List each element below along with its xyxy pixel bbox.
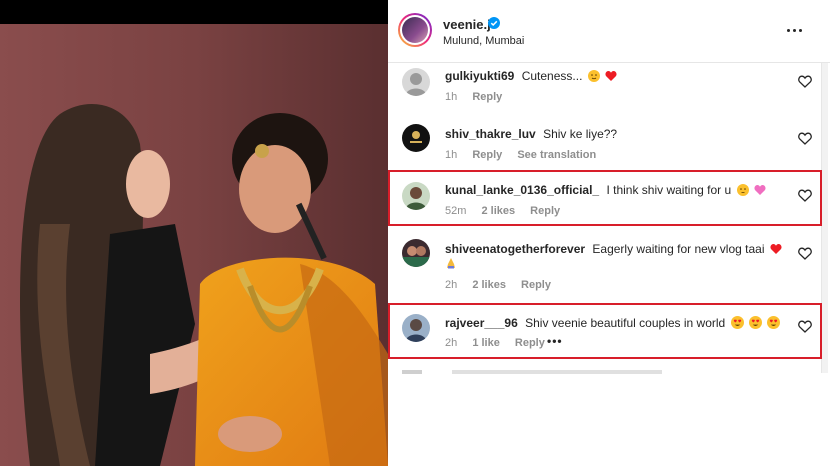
author-username[interactable]: veenie.j xyxy=(443,17,491,32)
likes-count[interactable]: 2 likes xyxy=(472,279,506,291)
heart-outline-icon[interactable] xyxy=(798,132,812,145)
post-photo-illustration xyxy=(0,24,388,466)
comment-username[interactable]: shiveenatogetherforever xyxy=(445,242,585,256)
comment-item: shiveenatogetherforever Eagerly waiting … xyxy=(388,233,820,295)
heart-eyes-emoji-icon xyxy=(730,316,744,329)
comments-panel: veenie.j Mulund, Mumbai gulkiyukti69 Cut… xyxy=(388,0,830,466)
reply-button[interactable]: Reply xyxy=(472,91,502,103)
shy-face-emoji-icon xyxy=(736,184,749,196)
commenter-avatar[interactable] xyxy=(402,239,430,267)
top-black-bar xyxy=(0,0,388,24)
likes-count[interactable]: 1 like xyxy=(472,337,500,349)
comment-username[interactable]: rajveer___96 xyxy=(445,316,518,330)
blush-face-emoji-icon xyxy=(587,70,600,82)
comment-text: Shiv veenie beautiful couples in world xyxy=(525,316,726,330)
comment-item: gulkiyukti69 Cuteness... 1h Reply xyxy=(388,63,820,115)
heart-outline-icon[interactable] xyxy=(798,247,812,260)
comment-username[interactable]: kunal_lanke_0136_official_ xyxy=(445,183,599,197)
comment-text: Cuteness... xyxy=(521,69,583,83)
commenter-avatar[interactable] xyxy=(402,182,430,210)
red-heart-emoji-icon xyxy=(605,71,617,81)
comment-text: Shiv ke liye?? xyxy=(543,127,618,141)
see-translation-button[interactable]: See translation xyxy=(517,149,596,161)
comment-time: 1h xyxy=(445,149,458,161)
comment-time: 1h xyxy=(445,91,458,103)
post-photo[interactable] xyxy=(0,24,388,466)
commenter-avatar[interactable] xyxy=(402,124,430,152)
post-location[interactable]: Mulund, Mumbai xyxy=(443,35,524,47)
comment-item: rajveer___96 Shiv veenie beautiful coupl… xyxy=(388,308,820,354)
likes-count[interactable]: 2 likes xyxy=(481,205,515,217)
comment-time: 52m xyxy=(445,205,467,217)
verified-badge-icon xyxy=(488,17,500,29)
comment-item: kunal_lanke_0136_official_ I think shiv … xyxy=(388,175,820,221)
post-header: veenie.j Mulund, Mumbai xyxy=(388,0,830,63)
reply-button[interactable]: Reply xyxy=(530,205,560,217)
more-options-icon[interactable] xyxy=(783,24,807,38)
reply-button[interactable]: Reply xyxy=(515,337,545,349)
comment-text: Eagerly waiting for new vlog taai xyxy=(592,242,765,256)
heart-eyes-emoji-icon xyxy=(748,316,762,329)
heart-outline-icon[interactable] xyxy=(798,75,812,88)
comment-time: 2h xyxy=(445,337,458,349)
comment-time: 2h xyxy=(445,279,458,291)
commenter-avatar[interactable] xyxy=(402,314,430,342)
comment-text: I think shiv waiting for u xyxy=(606,183,732,197)
commenter-avatar[interactable] xyxy=(402,68,430,96)
pink-heart-emoji-icon xyxy=(754,185,766,195)
comment-username[interactable]: shiv_thakre_luv xyxy=(445,127,536,141)
next-comment-partial xyxy=(402,370,802,374)
heart-outline-icon[interactable] xyxy=(798,189,812,202)
scrollbar[interactable] xyxy=(821,63,828,373)
heart-eyes-emoji-icon xyxy=(767,316,781,329)
comment-options-icon[interactable]: ••• xyxy=(547,334,563,348)
reply-button[interactable]: Reply xyxy=(472,149,502,161)
reply-button[interactable]: Reply xyxy=(521,279,551,291)
red-heart-emoji-icon xyxy=(770,244,782,254)
praying-hands-emoji-icon xyxy=(447,258,455,269)
comment-username[interactable]: gulkiyukti69 xyxy=(445,69,514,83)
comment-item: shiv_thakre_luv Shiv ke liye?? 1h Reply … xyxy=(388,121,820,173)
heart-outline-icon[interactable] xyxy=(798,320,812,333)
author-avatar[interactable] xyxy=(398,13,432,47)
